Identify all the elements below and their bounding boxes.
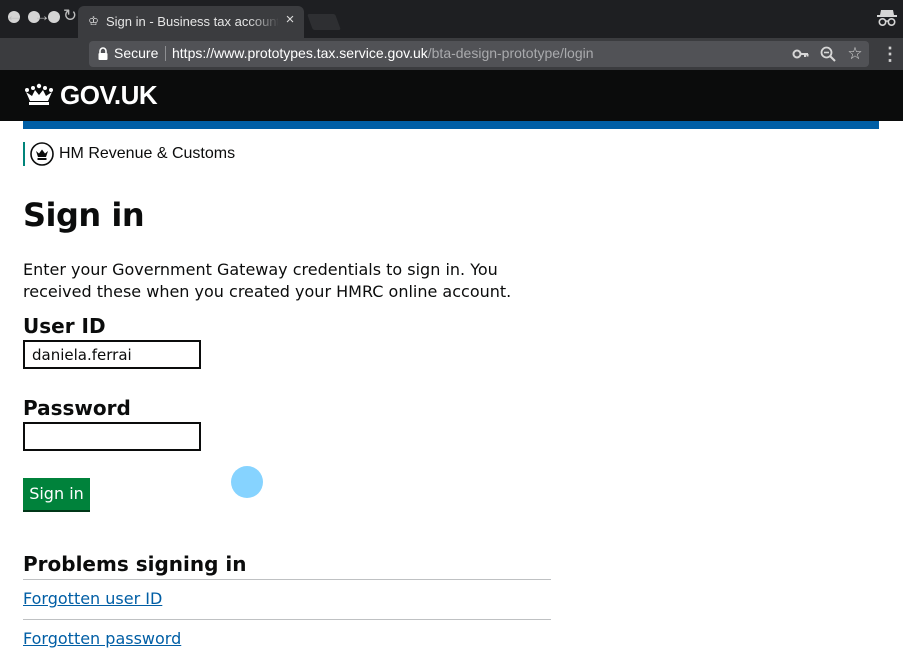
zoom-out-icon[interactable] (819, 45, 837, 63)
url-separator (165, 46, 166, 61)
secure-label: Secure (114, 45, 159, 61)
bookmark-star-icon[interactable]: ☆ (846, 45, 864, 63)
forward-arrow-icon[interactable]: → (32, 6, 52, 26)
cursor-indicator (231, 466, 263, 498)
forgotten-user-id-link[interactable]: Forgotten user ID (23, 589, 162, 608)
divider (23, 579, 551, 580)
key-icon[interactable] (792, 45, 810, 63)
hmrc-crest-icon (30, 142, 54, 166)
reload-icon[interactable]: ↻ (60, 6, 80, 26)
url-host: https://www.prototypes.tax.service.gov.u… (172, 45, 428, 61)
password-label: Password (23, 396, 131, 420)
browser-menu-icon[interactable]: ⋮ (881, 44, 899, 64)
url-text[interactable]: https://www.prototypes.tax.service.gov.u… (172, 45, 594, 61)
govuk-logo-text[interactable]: GOV.UK (60, 80, 158, 111)
tab-title-fade (248, 10, 280, 32)
user-id-input[interactable] (23, 340, 201, 369)
header-blue-bar (23, 121, 879, 129)
sign-in-button[interactable]: Sign in (23, 478, 90, 510)
user-id-label: User ID (23, 314, 106, 338)
back-arrow-icon[interactable]: ← (4, 6, 24, 26)
problems-heading: Problems signing in (23, 552, 247, 576)
intro-text: Enter your Government Gateway credential… (23, 260, 512, 301)
crown-icon[interactable] (23, 83, 55, 107)
browser-tab[interactable]: ♔ Sign in - Business tax account × (78, 6, 304, 38)
divider (23, 619, 551, 620)
page-title: Sign in (23, 196, 145, 234)
lock-icon (98, 47, 108, 60)
org-border (23, 142, 25, 166)
tab-close-icon[interactable]: × (282, 12, 298, 28)
crown-favicon-icon: ♔ (88, 14, 99, 28)
url-path: /bta-design-prototype/login (427, 45, 594, 61)
organisation-name: HM Revenue & Customs (59, 145, 236, 162)
incognito-icon (877, 10, 897, 27)
password-input[interactable] (23, 422, 201, 451)
new-tab-button[interactable] (307, 14, 341, 30)
forgotten-password-link[interactable]: Forgotten password (23, 629, 181, 648)
